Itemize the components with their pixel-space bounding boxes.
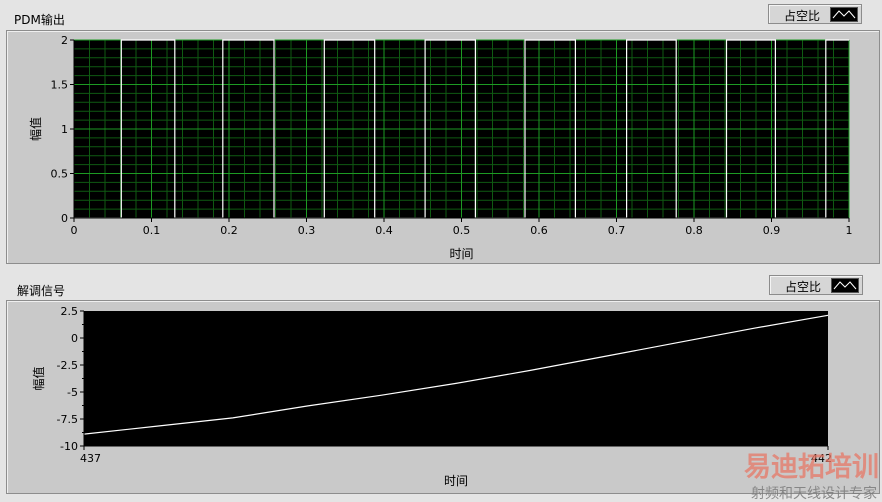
y-tick-label: 0.5: [51, 168, 69, 181]
watermark-brand: 易迪拓培训: [744, 452, 879, 483]
y-tick-label: 2: [61, 34, 68, 47]
x-tick-label: 0.7: [608, 224, 626, 237]
y-tick-label: -2.5: [57, 359, 78, 372]
watermark: 易迪拓培训 射频和天线设计专家: [744, 452, 879, 502]
x-tick-label: 0.6: [530, 224, 548, 237]
chart-pdm-output: 0 0.5 1 1.5 2 0 0.1 0.2 0.3 0.4 0.5 0.6 0.7 0.8 0.9 1 时间…: [28, 34, 853, 261]
y-tick-label: 2.5: [61, 305, 79, 318]
x-axis-label: 时间: [444, 474, 468, 488]
x-tick-label: 0.1: [143, 224, 161, 237]
x-tick-label: 0.3: [298, 224, 316, 237]
chart-demodulated-signal: -10-7.5-5-2.502.5437 442时间幅值: [31, 305, 832, 488]
y-tick-label: 0: [61, 212, 68, 225]
x-tick-label: 0.4: [375, 224, 393, 237]
y-tick-label: 0: [71, 332, 78, 345]
x-tick-label: 1: [846, 224, 853, 237]
x-tick-label: 0.2: [220, 224, 238, 237]
y-tick-label: -7.5: [57, 413, 78, 426]
plot-area: [84, 311, 828, 446]
watermark-tagline: 射频和天线设计专家: [751, 485, 877, 502]
x-tick-label: 437: [80, 452, 101, 465]
charts-canvas: 0 0.5 1 1.5 2 0 0.1 0.2 0.3 0.4 0.5 0.6 0.7 0.8 0.9 1 时间…: [28, 34, 879, 502]
y-axis-label: 幅值: [31, 366, 46, 390]
y-tick-label: 1.5: [51, 79, 69, 92]
x-tick-label: 0.8: [685, 224, 703, 237]
y-tick-label: 1: [61, 123, 68, 136]
y-axis-label: 幅值: [28, 117, 43, 141]
x-axis-label: 时间: [449, 247, 473, 261]
x-tick-label: 0.9: [763, 224, 781, 237]
x-tick-label: 0.5: [453, 224, 471, 237]
y-tick-label: -5: [67, 386, 78, 399]
y-tick-label: -10: [60, 440, 78, 453]
x-tick-label: 0: [71, 224, 78, 237]
